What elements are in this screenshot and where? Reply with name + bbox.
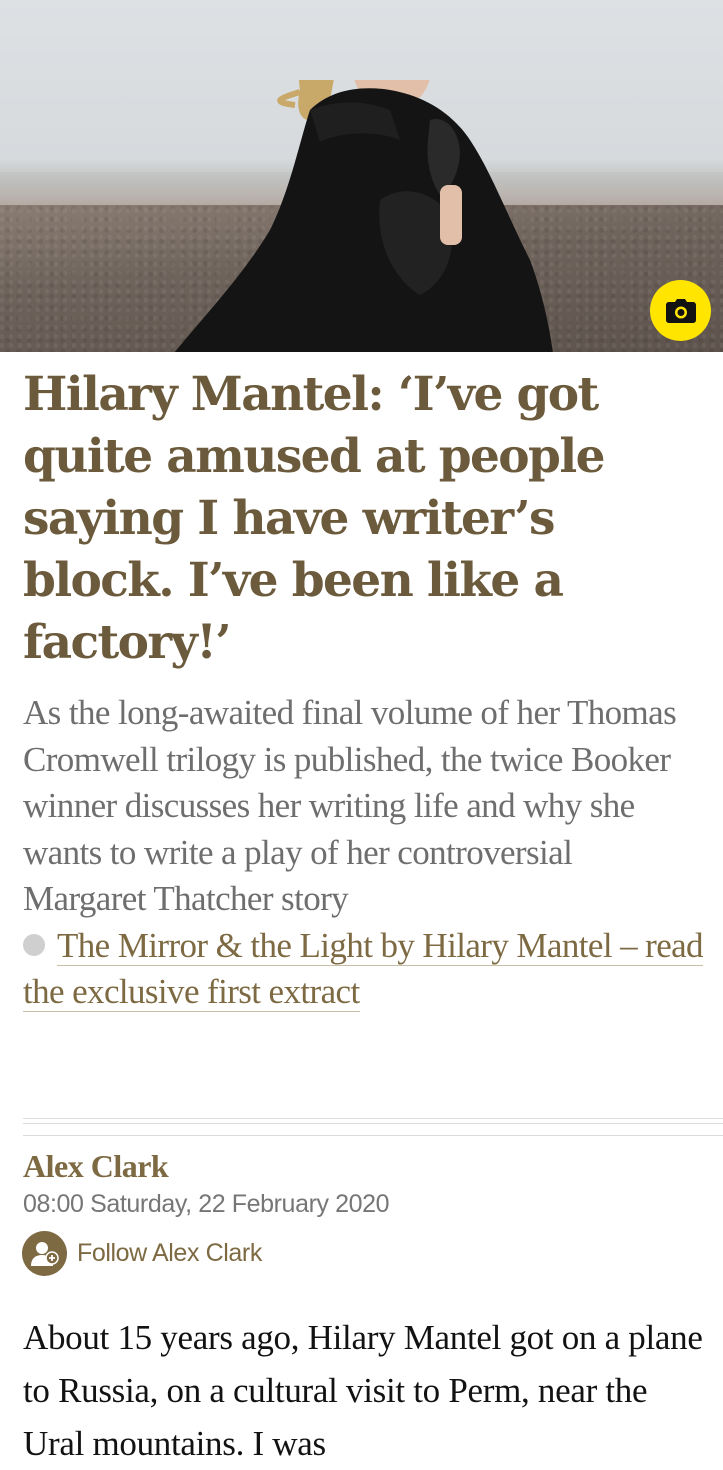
divider-middle	[23, 1123, 723, 1124]
article-body-paragraph: About 15 years ago, Hilary Mantel got on…	[23, 1318, 703, 1463]
divider-bottom	[23, 1135, 723, 1136]
follow-user-icon	[22, 1231, 67, 1276]
camera-icon	[665, 298, 696, 323]
standfirst-text: As the long-awaited final volume of her …	[23, 693, 677, 918]
follow-author-button[interactable]: Follow Alex Clark	[22, 1231, 262, 1276]
divider-top	[23, 1118, 723, 1119]
hero-image	[0, 0, 723, 352]
portrait-photo	[174, 80, 553, 352]
publish-date: 08:00 Saturday, 22 February 2020	[23, 1190, 390, 1218]
image-caption-button[interactable]	[650, 280, 711, 341]
bullet-icon	[23, 933, 45, 956]
related-article-link[interactable]: The Mirror & the Light by Hilary Mantel …	[23, 925, 704, 1012]
follow-author-label: Follow Alex Clark	[77, 1239, 262, 1267]
author-name[interactable]: Alex Clark	[23, 1148, 169, 1185]
article-headline: Hilary Mantel: ‘I’ve got quite amused at…	[23, 367, 605, 670]
article-standfirst: As the long-awaited final volume of her …	[23, 690, 704, 1016]
